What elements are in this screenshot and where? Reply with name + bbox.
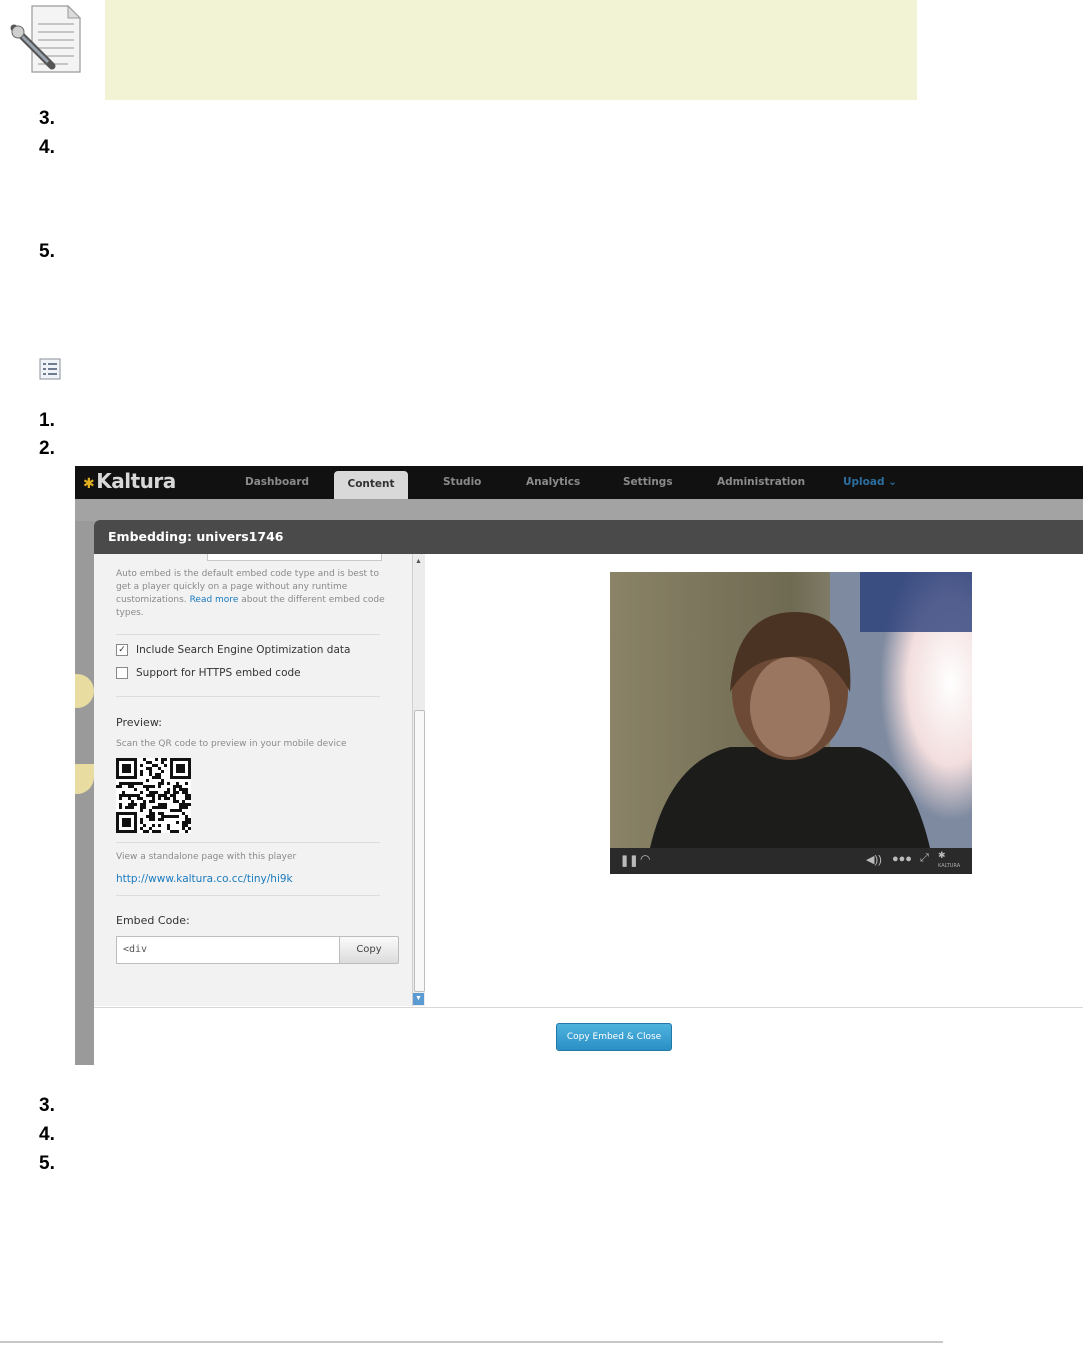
https-label: Support for HTTPS embed code	[136, 667, 301, 679]
procedure-list-icon	[39, 358, 61, 380]
preview-label: Preview:	[116, 716, 162, 729]
auto-embed-description: Auto embed is the default embed code typ…	[116, 569, 385, 618]
seo-checkbox[interactable]: ✓	[116, 644, 128, 656]
divider	[116, 696, 380, 697]
step-number: 2.	[39, 438, 55, 459]
divider	[116, 895, 380, 896]
copy-embed-close-button[interactable]: Copy Embed & Close	[556, 1023, 672, 1051]
seo-label: Include Search Engine Optimization data	[136, 644, 351, 656]
step-number: 3.	[39, 108, 55, 129]
embed-type-select[interactable]	[207, 554, 382, 561]
nav-settings[interactable]: Settings	[623, 476, 673, 488]
volume-icon[interactable]: ◀))	[866, 853, 882, 866]
step-number: 3.	[39, 1095, 55, 1116]
background-decoration	[75, 764, 94, 794]
player-brand-label: KALTURA	[938, 863, 961, 869]
page-footer-rule	[0, 1341, 943, 1343]
signal-icon[interactable]: ◠	[640, 852, 650, 866]
standalone-link[interactable]: http://www.kaltura.co.cc/tiny/hi9k	[116, 873, 293, 885]
video-player[interactable]: ❚❚ ◠ ◀)) ●●● ⤢ ✱ KALTURA	[610, 572, 972, 874]
embed-code-label: Embed Code:	[116, 914, 190, 927]
https-option[interactable]: Support for HTTPS embed code	[116, 667, 301, 679]
read-more-link[interactable]: Read more	[190, 595, 239, 605]
sub-header-bar	[75, 499, 1083, 521]
scroll-down-icon[interactable]: ▼	[413, 993, 424, 1005]
step-number: 1.	[39, 410, 55, 431]
kaltura-screenshot: ✱ Kaltura Dashboard Content Studio Analyt…	[75, 466, 1083, 1065]
share-icon[interactable]: ●●●	[892, 853, 912, 865]
embed-code-textarea[interactable]: <div	[116, 936, 340, 964]
nav-dashboard[interactable]: Dashboard	[245, 476, 309, 488]
step-number: 4.	[39, 1124, 55, 1145]
video-frame	[610, 572, 972, 848]
top-navigation-bar: ✱ Kaltura Dashboard Content Studio Analyt…	[75, 466, 1083, 499]
kaltura-logo: ✱ Kaltura	[83, 469, 176, 493]
qr-code	[116, 758, 191, 833]
divider	[116, 634, 380, 635]
nav-content[interactable]: Content	[334, 471, 408, 499]
note-banner	[105, 0, 917, 100]
step-number: 5.	[39, 241, 55, 262]
background-decoration	[75, 674, 94, 708]
divider	[116, 842, 380, 843]
dialog-header: Embedding: univers1746	[94, 520, 1083, 554]
copy-button[interactable]: Copy	[339, 936, 399, 964]
qr-instructions: Scan the QR code to preview in your mobi…	[116, 739, 347, 749]
nav-upload[interactable]: Upload ⌄	[843, 476, 897, 488]
seo-option[interactable]: ✓ Include Search Engine Optimization data	[116, 644, 350, 656]
embed-options-pane: Auto embed is the default embed code typ…	[94, 554, 413, 1006]
standalone-text: View a standalone page with this player	[116, 852, 297, 862]
dialog-footer-divider	[94, 1007, 1083, 1008]
player-controls: ❚❚ ◠ ◀)) ●●● ⤢ ✱ KALTURA	[610, 848, 972, 874]
step-number: 5.	[39, 1153, 55, 1174]
fullscreen-icon[interactable]: ⤢	[920, 852, 929, 865]
https-checkbox[interactable]	[116, 667, 128, 679]
chevron-down-icon: ⌄	[888, 476, 897, 488]
pause-icon[interactable]: ❚❚	[620, 854, 638, 867]
embedding-dialog: Embedding: univers1746 Auto embed is the…	[94, 520, 1083, 1065]
scroll-thumb[interactable]	[414, 710, 425, 992]
nav-studio[interactable]: Studio	[443, 476, 481, 488]
nav-administration[interactable]: Administration	[717, 476, 805, 488]
nav-analytics[interactable]: Analytics	[526, 476, 580, 488]
kaltura-player-logo: ✱	[938, 850, 946, 860]
scroll-up-icon[interactable]: ▲	[415, 558, 422, 565]
scrollbar[interactable]: ▲ ▼	[412, 554, 425, 1006]
dialog-title: Embedding: univers1746	[108, 529, 284, 544]
step-number: 4.	[39, 137, 55, 158]
note-pen-icon	[8, 2, 88, 76]
